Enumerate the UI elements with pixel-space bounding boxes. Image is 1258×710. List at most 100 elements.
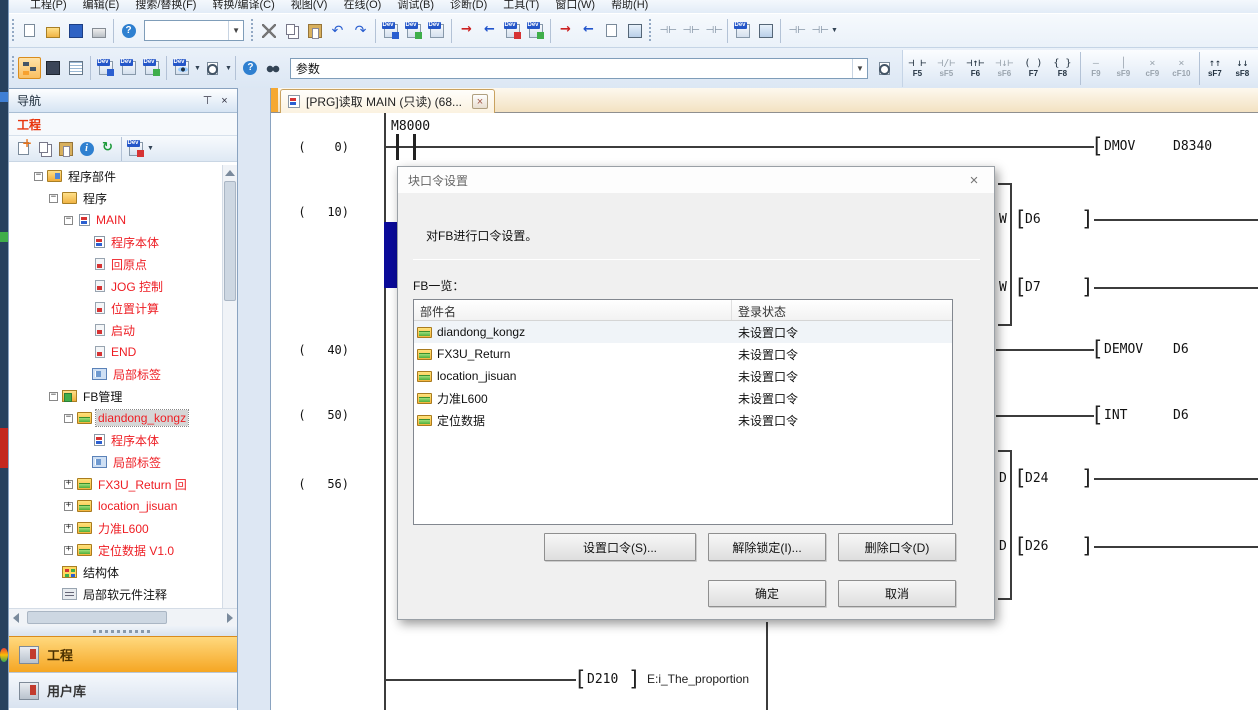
ladder-symbol-button[interactable]: │ sF9	[1109, 52, 1138, 85]
ladder-symbol-button[interactable]: { } F8	[1048, 52, 1077, 85]
navigation-window-icon[interactable]	[18, 57, 41, 79]
device-batch-replace-icon[interactable]	[140, 57, 163, 79]
device-comment-icon[interactable]	[379, 20, 402, 42]
chevron-down-icon[interactable]: ▼	[194, 65, 201, 72]
device-display-icon[interactable]	[170, 57, 193, 79]
watch-stop-icon[interactable]	[807, 20, 830, 42]
menu-item[interactable]: 编辑(E)	[76, 0, 127, 13]
toolbar-grip[interactable]	[11, 19, 16, 43]
redo-icon[interactable]	[349, 20, 372, 42]
menu-item[interactable]: 诊断(D)	[443, 0, 494, 13]
refresh-icon[interactable]	[97, 139, 118, 159]
data-property-icon[interactable]	[76, 139, 97, 159]
tree-item[interactable]: 定位数据 V1.0	[10, 539, 221, 561]
output-window-icon[interactable]	[64, 57, 87, 79]
chevron-down-icon[interactable]: ▼	[852, 59, 864, 78]
ladder-symbol-button[interactable]: × cF10	[1167, 52, 1196, 85]
ok-button[interactable]: 确定	[708, 580, 826, 607]
fb-list-row[interactable]: 力准L600 未设置口令	[414, 387, 952, 409]
tab-close-icon[interactable]: ×	[472, 94, 488, 109]
device-verify-icon[interactable]	[524, 20, 547, 42]
tree-vertical-scrollbar[interactable]	[222, 165, 237, 627]
device-batch-monitor-icon[interactable]	[754, 20, 777, 42]
tree-expander-icon[interactable]	[49, 392, 58, 401]
tree-item[interactable]: MAIN	[10, 209, 221, 231]
read-from-plc-icon[interactable]	[478, 20, 501, 42]
module-configuration-icon[interactable]	[41, 57, 64, 79]
ladder-symbol-button[interactable]: ⊣↓⊢ sF6	[990, 52, 1019, 85]
write-to-plc-icon[interactable]	[455, 20, 478, 42]
tree-expander-icon[interactable]	[49, 194, 58, 203]
menu-item[interactable]: 调试(B)	[390, 0, 441, 13]
scroll-up-icon[interactable]	[225, 170, 235, 176]
open-project-icon[interactable]	[41, 20, 64, 42]
copy-icon[interactable]	[280, 20, 303, 42]
navigation-view-button[interactable]: 工程	[9, 636, 237, 672]
panel-splitter[interactable]	[9, 626, 237, 636]
delete-password-button[interactable]: 删除口令(D)	[838, 533, 956, 561]
tree-expander-icon[interactable]	[64, 502, 73, 511]
chevron-down-icon[interactable]: ▼	[147, 145, 154, 152]
cross-reference-icon[interactable]	[262, 57, 285, 79]
device-write-icon[interactable]	[501, 20, 524, 42]
tree-item[interactable]: location_jisuan	[10, 495, 221, 517]
chevron-down-icon[interactable]: ▼	[228, 21, 240, 40]
tree-horizontal-scrollbar[interactable]	[9, 608, 237, 626]
ladder-symbol-button[interactable]: — F9	[1080, 52, 1109, 85]
toolbar-overflow-chevron[interactable]: ▼	[831, 27, 838, 34]
undo-icon[interactable]	[326, 20, 349, 42]
close-icon[interactable]: ×	[216, 93, 233, 109]
tree-expander-icon[interactable]	[64, 546, 73, 555]
device-memory-icon[interactable]	[402, 20, 425, 42]
paste-icon[interactable]	[303, 20, 326, 42]
tree-item[interactable]: 局部标签	[10, 363, 221, 385]
tree-item[interactable]: 局部软元件注释	[10, 583, 221, 605]
fb-list-row[interactable]: FX3U_Return 未设置口令	[414, 343, 952, 365]
monitor-pulse-icon[interactable]	[701, 20, 724, 42]
paste-data-icon[interactable]	[55, 139, 76, 159]
copy-data-icon[interactable]	[34, 139, 55, 159]
tree-item[interactable]: 程序本体	[10, 429, 221, 451]
menu-item[interactable]: 工程(P)	[23, 0, 74, 13]
tree-item[interactable]: 位置计算	[10, 297, 221, 319]
tree-item[interactable]: 程序部件	[10, 165, 221, 187]
ladder-symbol-button[interactable]: × cF9	[1138, 52, 1167, 85]
tree-item[interactable]: diandong_kongz	[10, 407, 221, 429]
ladder-symbol-button[interactable]: ⊣/⊢ sF5	[932, 52, 961, 85]
scrollbar-thumb[interactable]	[224, 181, 236, 301]
close-icon[interactable]: ×	[954, 167, 994, 193]
scroll-left-icon[interactable]	[13, 613, 19, 623]
tree-item[interactable]: END	[10, 341, 221, 363]
menu-item[interactable]: 窗口(W)	[548, 0, 602, 13]
new-data-icon[interactable]	[13, 139, 34, 159]
tree-item[interactable]: 启动	[10, 319, 221, 341]
tree-item[interactable]: FB管理	[10, 385, 221, 407]
menu-item[interactable]: 帮助(H)	[604, 0, 655, 13]
menu-item[interactable]: 在线(O)	[336, 0, 388, 13]
help-icon[interactable]	[117, 20, 140, 42]
monitor-stop-icon[interactable]	[678, 20, 701, 42]
menu-item[interactable]: 搜索/替换(F)	[128, 0, 203, 13]
cancel-button[interactable]: 取消	[838, 580, 956, 607]
monitor-icon[interactable]	[623, 20, 646, 42]
tree-item[interactable]: 回原点	[10, 253, 221, 275]
tree-item[interactable]: JOG 控制	[10, 275, 221, 297]
ladder-symbol-button[interactable]: ⊣↑⊢ F6	[961, 52, 990, 85]
document-tab[interactable]: [PRG]读取 MAIN (只读) (68... ×	[280, 89, 495, 113]
new-project-icon[interactable]	[18, 20, 41, 42]
toolbar-grip[interactable]	[648, 19, 653, 43]
chevron-down-icon[interactable]: ▼	[225, 65, 232, 72]
tree-expander-icon[interactable]	[34, 172, 43, 181]
column-header-name[interactable]: 部件名	[414, 300, 732, 320]
navigation-view-button[interactable]: 用户库	[9, 672, 237, 708]
tree-item[interactable]: 程序本体	[10, 231, 221, 253]
quick-access-combobox[interactable]: ▼	[144, 20, 244, 41]
tree-expander-icon[interactable]	[64, 414, 73, 423]
device-test-icon[interactable]	[731, 20, 754, 42]
help-icon[interactable]	[239, 57, 262, 79]
tree-expander-icon[interactable]	[64, 216, 73, 225]
column-header-status[interactable]: 登录状态	[732, 300, 786, 320]
ladder-symbol-button[interactable]: ↓↓ sF8	[1228, 52, 1257, 85]
tree-item[interactable]: FX3U_Return 回	[10, 473, 221, 495]
save-project-icon[interactable]	[64, 20, 87, 42]
